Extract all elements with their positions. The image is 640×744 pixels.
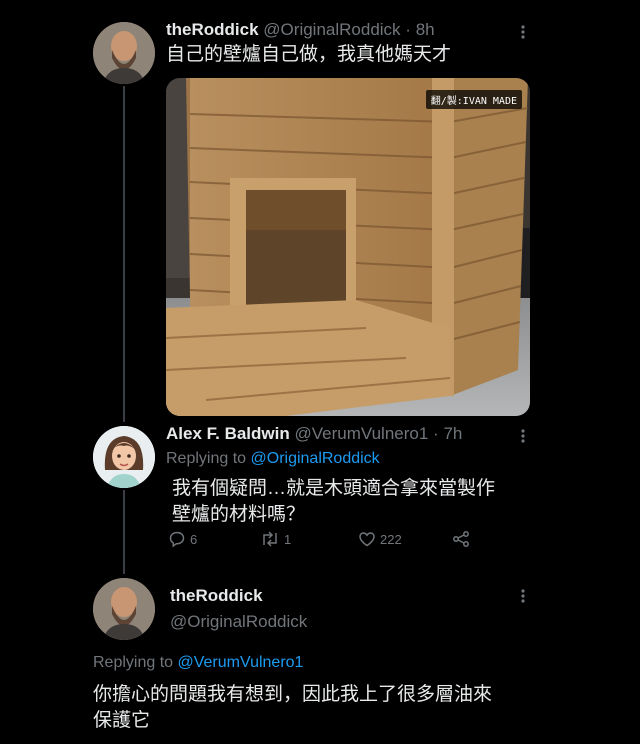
separator-dot: · — [405, 20, 411, 39]
replying-to: Replying to @OriginalRoddick — [166, 450, 380, 468]
tweet-header: theRoddick @OriginalRoddick · 8h — [166, 20, 435, 40]
replying-prefix: Replying to — [166, 450, 247, 467]
tweet-text-line: 壁爐的材料嗎？ — [172, 504, 306, 525]
thread-line — [123, 490, 125, 574]
thread-line — [123, 86, 125, 422]
user-handle[interactable]: @VerumVulnero1 — [294, 424, 428, 443]
replying-to: Replying to @VerumVulnero1 — [93, 654, 303, 672]
tweet-text: 你擔心的問題我有想到，因此我上了很多層油來 保護它 — [93, 682, 492, 734]
fireplace-photo — [166, 78, 530, 416]
reply-count: 6 — [190, 531, 198, 547]
user-handle[interactable]: @OriginalRoddick — [263, 20, 400, 39]
mention-link[interactable]: @VerumVulnero1 — [178, 654, 304, 671]
display-name[interactable]: theRoddick — [170, 586, 263, 605]
timestamp[interactable]: 7h — [443, 424, 462, 443]
more-icon[interactable] — [520, 588, 526, 608]
tweet-text-line: 我有個疑問…就是木頭適合拿來當製作 — [172, 478, 496, 499]
tweet-text: 自己的壁爐自己做，我真他媽天才 — [166, 44, 452, 65]
more-icon[interactable] — [520, 24, 526, 44]
reply-icon — [168, 530, 186, 548]
mention-link[interactable]: @OriginalRoddick — [251, 450, 380, 467]
like-count: 222 — [380, 531, 402, 547]
avatar[interactable] — [93, 426, 155, 488]
share-icon — [452, 530, 470, 548]
user-handle[interactable]: @OriginalRoddick — [170, 612, 307, 631]
tweet-text: 我有個疑問…就是木頭適合拿來當製作 壁爐的材料嗎？ — [172, 476, 495, 528]
tweet-text-line: 你擔心的問題我有想到，因此我上了很多層油來 — [93, 684, 493, 705]
reply-button[interactable]: 6 — [168, 530, 197, 548]
like-icon — [358, 530, 376, 548]
like-button[interactable]: 222 — [358, 530, 402, 548]
display-name[interactable]: Alex F. Baldwin — [166, 424, 290, 443]
share-button[interactable] — [452, 530, 470, 548]
tweet-header: @OriginalRoddick — [170, 612, 307, 632]
retweet-button[interactable]: 1 — [260, 530, 291, 548]
tweet-text-line: 保護它 — [93, 710, 151, 731]
tweet-image[interactable]: 翻/製:IVAN MADE — [166, 78, 530, 416]
more-icon[interactable] — [520, 428, 526, 448]
retweet-icon — [260, 530, 280, 548]
watermark-label: 翻/製:IVAN MADE — [425, 90, 522, 109]
tweet-header: theRoddick — [170, 586, 263, 606]
replying-prefix: Replying to — [93, 654, 174, 671]
separator-dot: · — [433, 424, 439, 443]
timestamp[interactable]: 8h — [416, 20, 435, 39]
avatar[interactable] — [93, 578, 155, 640]
tweet-actions: 6 1 222 — [166, 530, 486, 552]
display-name[interactable]: theRoddick — [166, 20, 259, 39]
avatar[interactable] — [93, 22, 155, 84]
retweet-count: 1 — [284, 531, 292, 547]
tweet-header: Alex F. Baldwin @VerumVulnero1 · 7h — [166, 424, 462, 444]
